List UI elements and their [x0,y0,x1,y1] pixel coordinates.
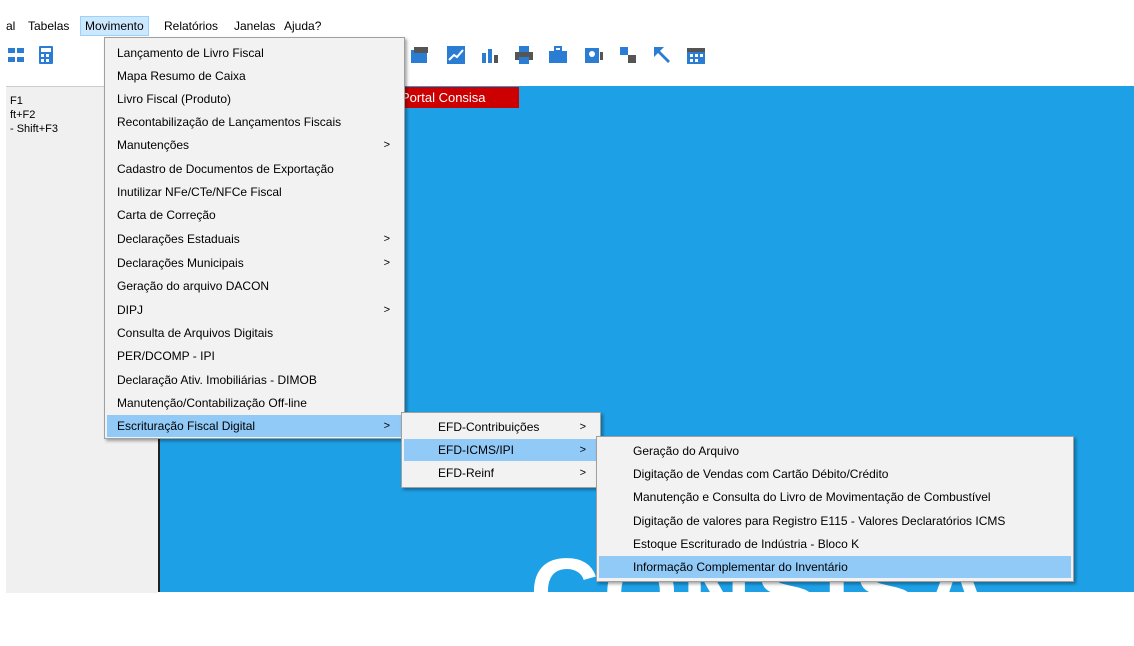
menu-item-informacao-complementar-inventario[interactable]: Informação Complementar do Inventário [599,556,1071,578]
menu-ajuda[interactable]: Ajuda? [280,17,325,35]
menu-relatorios[interactable]: Relatórios [160,17,222,35]
chevron-right-icon: > [383,257,390,269]
chevron-right-icon: > [383,304,390,316]
bar-chart-icon[interactable] [480,45,500,65]
title-bar [0,0,1134,6]
chevron-right-icon: > [383,233,390,245]
menu-item-digitacao-vendas-cartao[interactable]: Digitação de Vendas com Cartão Débito/Cr… [599,463,1071,485]
menu-bar: al Tabelas Movimento Relatórios Janelas … [0,15,1134,37]
efd-icms-ipi-submenu: Geração do Arquivo Digitação de Vendas c… [596,436,1074,582]
menu-item-geracao-dacon[interactable]: Geração do arquivo DACON [107,275,402,297]
menu-item-lancamento-livro-fiscal[interactable]: Lançamento de Livro Fiscal [107,42,402,64]
menu-item-per-dcomp-ipi[interactable]: PER/DCOMP - IPI [107,345,402,367]
portal-consisa-banner[interactable]: Portal Consisa [393,87,519,108]
menu-item-dimob[interactable]: Declaração Ativ. Imobiliárias - DIMOB [107,369,402,391]
menu-item-estoque-bloco-k[interactable]: Estoque Escriturado de Indústria - Bloco… [599,533,1071,555]
menu-item-inutilizar-nfe[interactable]: Inutilizar NFe/CTe/NFCe Fiscal [107,181,402,203]
menu-item-cadastro-documentos-exportacao[interactable]: Cadastro de Documentos de Exportação [107,158,402,180]
menu-item-dipj[interactable]: DIPJ > [107,299,402,321]
menu-janelas[interactable]: Janelas [230,17,279,35]
briefcase-icon[interactable] [548,45,568,65]
menu-tabelas[interactable]: Tabelas [24,17,73,35]
calendar-icon[interactable] [686,45,706,65]
menu-item-manutencoes[interactable]: Manutenções > [107,134,402,156]
menu-cadastral[interactable]: al [2,17,19,35]
menu-item-livro-fiscal-produto[interactable]: Livro Fiscal (Produto) [107,88,402,110]
line-chart-icon[interactable] [446,45,466,65]
menu-item-declaracoes-estaduais[interactable]: Declarações Estaduais > [107,228,402,250]
transfer-icon[interactable] [618,45,638,65]
chevron-right-icon: > [383,139,390,151]
shortcut-shift-f3[interactable]: - Shift+F3 [10,123,58,135]
menu-item-carta-correcao[interactable]: Carta de Correção [107,204,402,226]
menu-item-consulta-arquivos-digitais[interactable]: Consulta de Arquivos Digitais [107,322,402,344]
chevron-right-icon: > [579,467,586,479]
menu-item-geracao-arquivo[interactable]: Geração do Arquivo [599,440,1071,462]
printer-icon[interactable] [514,45,534,65]
chevron-right-icon: > [579,444,586,456]
menu-item-declaracoes-municipais[interactable]: Declarações Municipais > [107,252,402,274]
menu-item-registro-e115[interactable]: Digitação de valores para Registro E115 … [599,510,1071,532]
calculator-icon[interactable] [36,45,56,65]
menu-item-efd-reinf[interactable]: EFD-Reinf > [404,462,598,484]
menu-item-efd-contribuicoes[interactable]: EFD-Contribuições > [404,416,598,438]
menu-movimento[interactable]: Movimento [80,16,149,36]
efd-submenu: EFD-Contribuições > EFD-ICMS/IPI > EFD-Rei… [401,412,601,488]
movimento-dropdown: Lançamento de Livro Fiscal Mapa Resumo d… [104,37,405,439]
menu-item-manutencao-contabilizacao[interactable]: Manutenção/Contabilização Off-line [107,392,402,414]
menu-item-mapa-resumo-caixa[interactable]: Mapa Resumo de Caixa [107,65,402,87]
shortcut-f1[interactable]: F1 [10,95,23,107]
menu-item-escrituracao-fiscal-digital[interactable]: Escrituração Fiscal Digital > [107,415,402,437]
user-card-icon[interactable] [584,45,604,65]
chevron-right-icon: > [579,421,586,433]
tree-icon[interactable] [6,45,26,65]
menu-item-efd-icms-ipi[interactable]: EFD-ICMS/IPI > [404,439,598,461]
menu-item-livro-movimentacao-combustivel[interactable]: Manutenção e Consulta do Livro de Movime… [599,486,1071,508]
chevron-right-icon: > [383,420,390,432]
shortcut-shift-f2[interactable]: ft+F2 [10,109,35,121]
menu-item-recontabilizacao[interactable]: Recontabilização de Lançamentos Fiscais [107,111,402,133]
report-icon[interactable] [410,45,430,65]
pointer-arrow-icon[interactable] [652,45,672,65]
